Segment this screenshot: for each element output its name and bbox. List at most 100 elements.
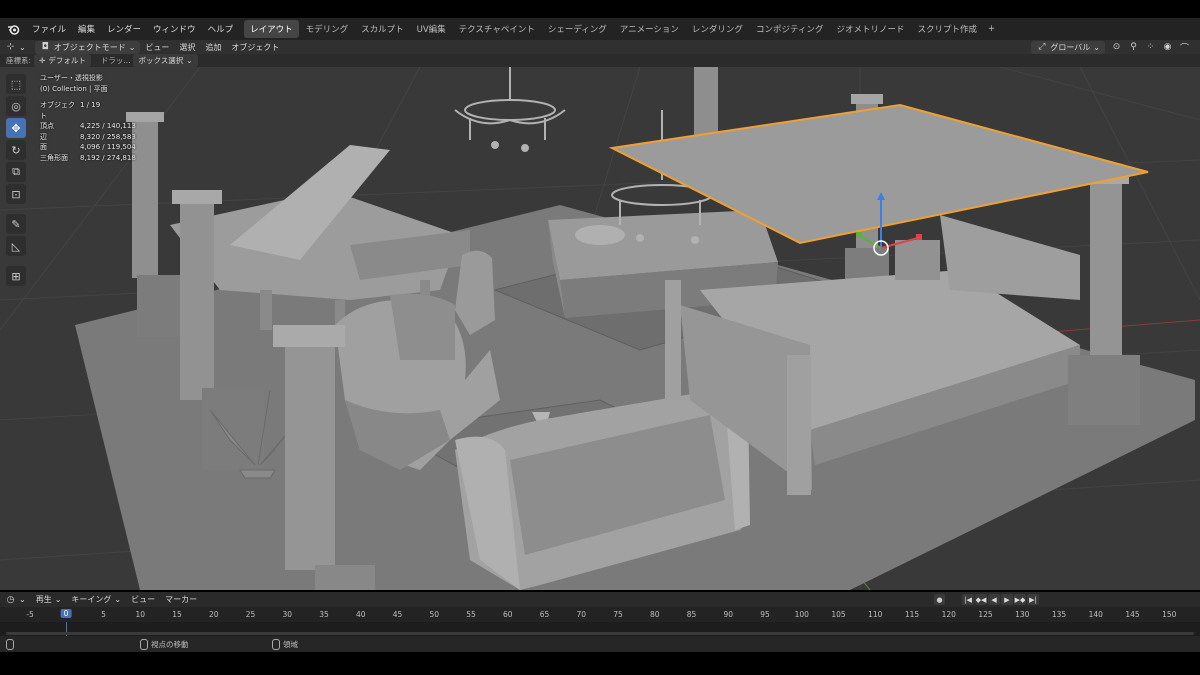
tab-scripting[interactable]: スクリプト作成 bbox=[911, 20, 983, 38]
current-frame-indicator[interactable]: 0 bbox=[60, 609, 72, 618]
annotate-icon[interactable]: ✎ bbox=[6, 214, 26, 234]
menu-window[interactable]: ウィンドウ bbox=[147, 23, 202, 35]
tab-shading[interactable]: シェーディング bbox=[542, 20, 613, 38]
3d-viewport[interactable] bbox=[0, 67, 1200, 590]
timeline-tick-label: 30 bbox=[282, 610, 293, 619]
chevron-down-icon: ⌄ bbox=[128, 42, 136, 52]
playback-menu[interactable]: 再生 ⌄ bbox=[31, 593, 67, 606]
tab-modeling[interactable]: モデリング bbox=[300, 20, 355, 38]
orientation-dropdown[interactable]: ✛ デフォルト bbox=[34, 54, 91, 67]
tab-layout[interactable]: レイアウト bbox=[244, 20, 299, 38]
tab-animation[interactable]: アニメーション bbox=[614, 20, 685, 38]
tab-geometry-nodes[interactable]: ジオメトリノード bbox=[830, 20, 910, 38]
prev-keyframe-button[interactable]: ◆◀ bbox=[975, 594, 987, 605]
add-workspace-button[interactable]: + bbox=[983, 24, 1000, 34]
add-cube-icon[interactable]: ⊞ bbox=[6, 266, 26, 286]
timeline-tick-label: 145 bbox=[1125, 610, 1140, 619]
select-mode-dropdown[interactable]: ボックス選択 ⌄ bbox=[133, 54, 198, 67]
record-button[interactable]: ● bbox=[934, 594, 945, 605]
timeline-tick-label: 100 bbox=[794, 610, 809, 619]
chevron-down-icon: ⌄ bbox=[186, 56, 193, 65]
timeline-tick-label: 150 bbox=[1162, 610, 1177, 619]
rotate-icon[interactable]: ↻ bbox=[6, 140, 26, 160]
jump-end-button[interactable]: ▶| bbox=[1027, 594, 1039, 605]
menu-file[interactable]: ファイル bbox=[26, 23, 72, 35]
timeline-tick-label: 60 bbox=[502, 610, 513, 619]
timeline-tick-label: 90 bbox=[723, 610, 734, 619]
nightstand[interactable] bbox=[895, 240, 940, 280]
jump-start-button[interactable]: |◀ bbox=[962, 594, 974, 605]
drag-label: ドラッ... bbox=[100, 56, 131, 65]
menu-edit[interactable]: 編集 bbox=[72, 23, 101, 35]
status-mouse-left bbox=[6, 638, 14, 650]
mode-dropdown[interactable]: ◘ オブジェクトモード ⌄ bbox=[34, 40, 141, 54]
timeline-tick-label: 120 bbox=[941, 610, 956, 619]
transform-icon[interactable]: ⊡ bbox=[6, 184, 26, 204]
tab-sculpt[interactable]: スカルプト bbox=[355, 20, 410, 38]
timeline-tick-label: 105 bbox=[831, 610, 846, 619]
keying-menu[interactable]: キーイング ⌄ bbox=[66, 593, 126, 606]
falloff-icon[interactable]: ⌒ bbox=[1179, 42, 1190, 54]
timeline-tick-label: 110 bbox=[868, 610, 883, 619]
mode-label: オブジェクトモード bbox=[53, 42, 126, 52]
timeline-tick-label: -5 bbox=[26, 610, 34, 619]
play-reverse-button[interactable]: ◀ bbox=[988, 594, 1000, 605]
status-bar: 視点の移動 領域 bbox=[0, 636, 1200, 652]
menu-select[interactable]: 選択 bbox=[174, 41, 200, 54]
tab-texture-paint[interactable]: テクスチャペイント bbox=[453, 20, 541, 38]
viewport-scene[interactable] bbox=[0, 67, 1200, 590]
timeline-tick-label: 10 bbox=[135, 610, 146, 619]
tab-compositing[interactable]: コンポジティング bbox=[750, 20, 830, 38]
menu-render[interactable]: レンダー bbox=[101, 23, 147, 35]
top-menu-bar: ファイル 編集 レンダー ウィンドウ ヘルプ レイアウト モデリング スカルプト… bbox=[0, 18, 1200, 40]
tab-uv-editing[interactable]: UV編集 bbox=[411, 20, 452, 38]
orientation-label: 座標系: bbox=[6, 56, 32, 65]
blender-logo-icon[interactable] bbox=[6, 22, 20, 36]
timeline-tick-label: 85 bbox=[686, 610, 697, 619]
move-icon[interactable]: ✥ bbox=[6, 118, 26, 138]
timeline-tick-label: 15 bbox=[172, 610, 182, 619]
timeline-tick-label: 50 bbox=[429, 610, 440, 619]
view-name: ユーザー・透視投影 bbox=[40, 74, 103, 82]
timeline-editor-type-button[interactable]: ◷ ⌄ bbox=[0, 593, 31, 606]
transform-orientation-dropdown[interactable]: ⤢ グローバル ⌄ bbox=[1031, 40, 1105, 54]
timeline-tick-label: 65 bbox=[539, 610, 550, 619]
timeline-tick-label: 5 bbox=[101, 610, 106, 619]
timeline-ruler[interactable]: 0 -5 5 10 15 20 25 30 35 40 45 50 55 60 65 70 75 80 85 90 9… bbox=[0, 607, 1200, 622]
timeline-tick-label: 95 bbox=[760, 610, 770, 619]
chandelier-back[interactable] bbox=[454, 67, 566, 152]
editor-type-button[interactable]: ⊹ ⌄ bbox=[0, 41, 31, 54]
stat-row: 面 4,096 / 119,504 bbox=[40, 143, 136, 151]
chevron-down-icon: ⌄ bbox=[1093, 42, 1100, 52]
snap-grid-icon[interactable]: ⁘ bbox=[1145, 42, 1156, 53]
cursor-icon[interactable]: ◎ bbox=[6, 96, 26, 116]
timeline-tick-label: 35 bbox=[319, 610, 329, 619]
timeline-tick-label: 75 bbox=[613, 610, 623, 619]
menu-view[interactable]: ビュー bbox=[140, 41, 174, 54]
scale-icon[interactable]: ⧉ bbox=[6, 162, 26, 182]
pivot-point-icon[interactable]: ⊙ bbox=[1111, 42, 1122, 53]
mouse-icon bbox=[6, 638, 14, 650]
play-button[interactable]: ▶ bbox=[1001, 594, 1013, 605]
left-toolbar: ⬚ ◎ ✥ ↻ ⧉ ⊡ ✎ ◺ ⊞ bbox=[6, 74, 28, 286]
marker-menu[interactable]: マーカー bbox=[160, 593, 202, 606]
next-keyframe-button[interactable]: ▶◆ bbox=[1014, 594, 1026, 605]
stat-row: 三角形面 8,192 / 274,818 bbox=[40, 153, 136, 162]
timeline-view-menu[interactable]: ビュー bbox=[126, 593, 160, 606]
timeline-tick-label: 135 bbox=[1051, 610, 1067, 619]
proportional-edit-icon[interactable]: ◉ bbox=[1162, 42, 1173, 53]
timeline-scrollbar[interactable] bbox=[6, 632, 1194, 635]
tab-rendering[interactable]: レンダリング bbox=[686, 20, 749, 38]
snap-icon[interactable]: ⚲ bbox=[1128, 42, 1139, 53]
header-right-controls: ⤢ グローバル ⌄ ⊙ ⚲ ⁘ ◉ ⌒ bbox=[1027, 40, 1190, 54]
menu-add[interactable]: 追加 bbox=[200, 41, 226, 54]
clock-icon: ◷ bbox=[6, 594, 15, 605]
measure-icon[interactable]: ◺ bbox=[6, 236, 26, 256]
mouse-icon bbox=[140, 638, 148, 650]
select-box-icon[interactable]: ⬚ bbox=[6, 74, 26, 94]
menu-object[interactable]: オブジェクト bbox=[226, 41, 284, 54]
menu-help[interactable]: ヘルプ bbox=[202, 23, 240, 35]
letterbox-top bbox=[0, 0, 1200, 18]
orientation-label: グローバル bbox=[1050, 42, 1091, 52]
letterbox-bottom bbox=[0, 652, 1200, 675]
